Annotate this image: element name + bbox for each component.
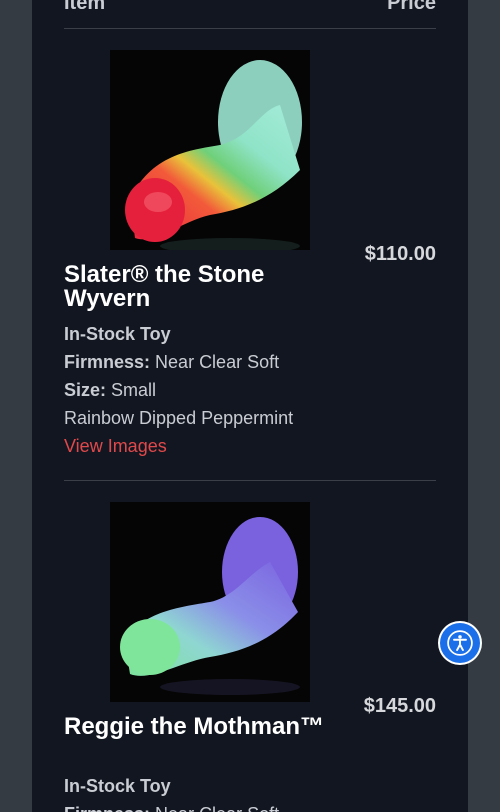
firmness-row: Firmness: Near Clear Soft bbox=[64, 352, 280, 372]
color-option: Rainbow Dipped Peppermint bbox=[64, 408, 294, 428]
cart-panel: Item Price $110.00 Slater® the Stone Wyv… bbox=[32, 0, 468, 812]
cart-item: $145.00 Reggie the Mothman™ In-Stock Toy… bbox=[64, 502, 436, 812]
item-divider bbox=[64, 480, 436, 481]
stock-status: In-Stock Toy bbox=[64, 776, 171, 796]
item-name[interactable]: Slater® the Stone Wyvern bbox=[64, 263, 354, 311]
cart-item: $110.00 Slater® the Stone Wyvern In-Stoc… bbox=[64, 50, 436, 490]
accessibility-button[interactable] bbox=[440, 623, 480, 663]
item-details: In-Stock Toy Firmness: Near Clear Soft S… bbox=[64, 320, 293, 460]
item-column-header: Item bbox=[64, 0, 106, 14]
item-price: $145.00 bbox=[363, 695, 436, 717]
size-row: Size: Small bbox=[64, 380, 157, 400]
accessibility-icon bbox=[447, 630, 473, 656]
item-price: $110.00 bbox=[364, 243, 436, 265]
product-image[interactable] bbox=[110, 50, 310, 254]
item-details: In-Stock Toy Firmness: Near Clear Soft bbox=[64, 772, 279, 812]
item-name[interactable]: Reggie the Mothman™ bbox=[64, 715, 354, 739]
stock-status: In-Stock Toy bbox=[64, 324, 171, 344]
table-header: Item Price bbox=[64, 0, 436, 29]
price-column-header: Price bbox=[387, 0, 436, 14]
product-image[interactable] bbox=[110, 502, 310, 702]
view-images-link[interactable]: View Images bbox=[64, 432, 293, 460]
product-image-graphic bbox=[120, 517, 300, 695]
firmness-row: Firmness: Near Clear Soft bbox=[64, 800, 279, 812]
product-image-graphic bbox=[125, 60, 302, 254]
